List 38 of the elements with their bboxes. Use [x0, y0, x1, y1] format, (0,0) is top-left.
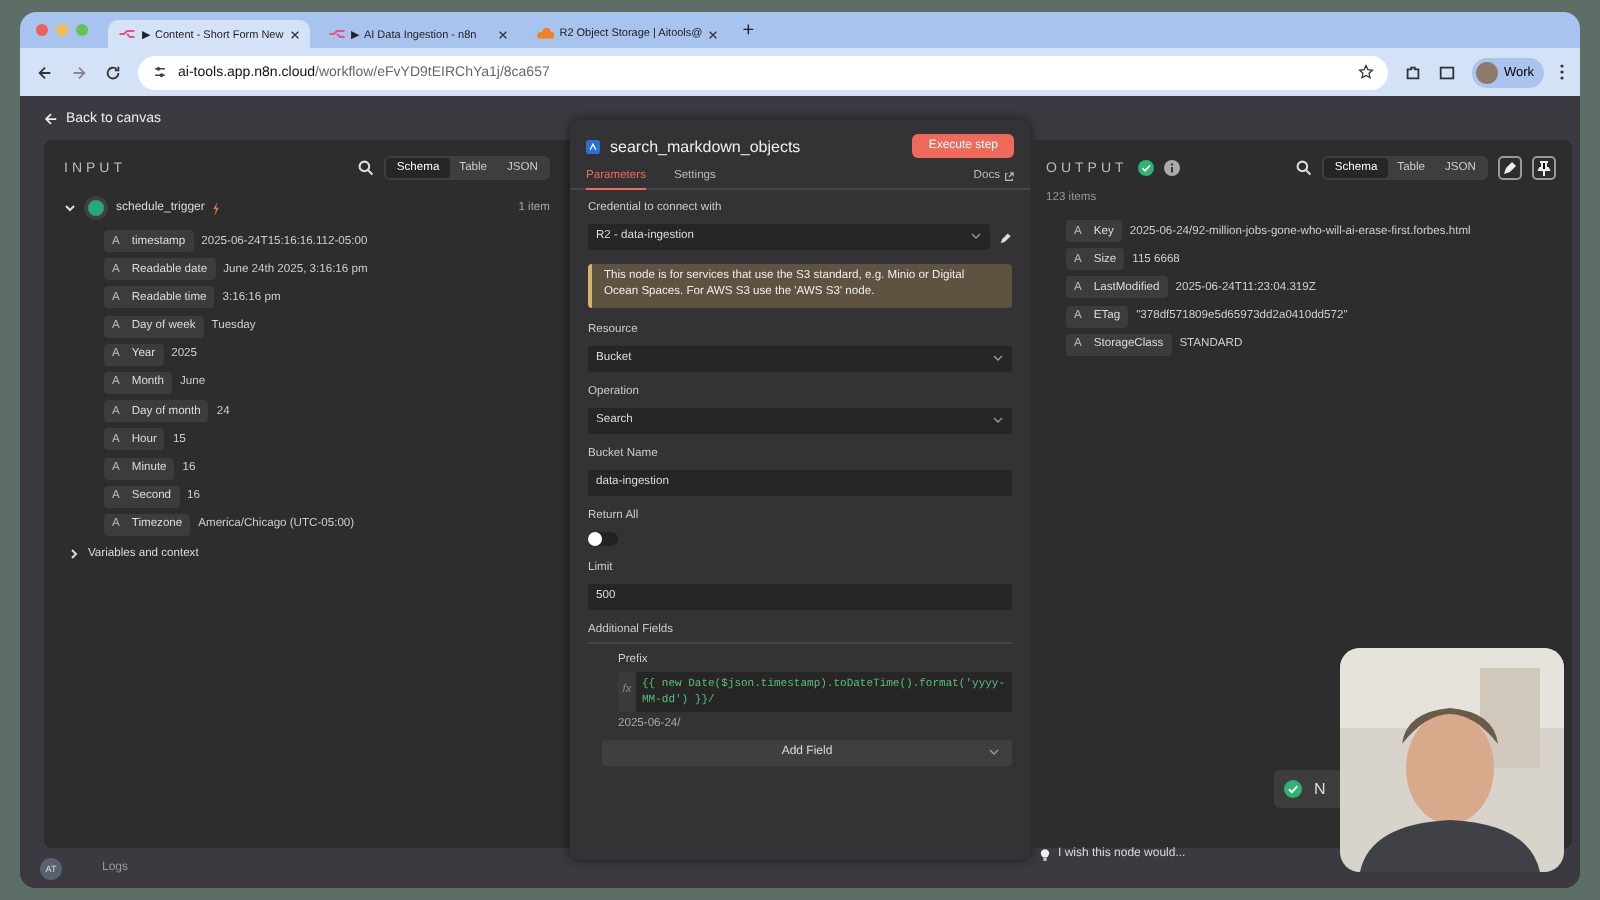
- forward-arrow-icon[interactable]: [70, 63, 88, 81]
- chevron-icon[interactable]: [68, 547, 80, 560]
- maximize-dot[interactable]: [76, 24, 88, 36]
- close-icon[interactable]: [708, 29, 719, 39]
- search-icon[interactable]: [1296, 160, 1313, 176]
- info-icon: [1163, 160, 1180, 176]
- close-icon[interactable]: [497, 29, 508, 39]
- extensions-icon[interactable]: [1403, 63, 1422, 81]
- external-link-icon[interactable]: [1004, 171, 1014, 181]
- pin-button[interactable]: [1532, 156, 1556, 180]
- reload-icon[interactable]: [104, 63, 122, 81]
- pencil-icon[interactable]: [998, 232, 1012, 246]
- node-icon: [586, 139, 600, 153]
- search-icon[interactable]: [358, 160, 375, 176]
- back-arrow-icon[interactable]: [36, 63, 54, 81]
- close-icon[interactable]: [289, 29, 300, 39]
- avatar-icon: [1475, 61, 1498, 83]
- caret-icon: [988, 746, 1000, 759]
- success-icon: [1137, 160, 1154, 176]
- star-icon[interactable]: [1357, 64, 1374, 80]
- toast-text: N: [1314, 780, 1326, 798]
- minimize-dot[interactable]: [56, 24, 68, 36]
- toggle-switch[interactable]: [588, 531, 618, 546]
- chevron-icon[interactable]: [64, 202, 76, 214]
- n8n-logo-icon: [327, 28, 346, 40]
- edit-button[interactable]: [1498, 156, 1522, 180]
- cloud-icon: [535, 28, 554, 40]
- n8n-logo-icon: [118, 28, 136, 40]
- caret-icon: [992, 414, 1004, 427]
- site-settings-icon[interactable]: [152, 64, 168, 80]
- caret-icon: [992, 352, 1004, 365]
- lightning-icon: [212, 201, 221, 215]
- lightbulb-icon: [1040, 847, 1051, 861]
- caret-icon: [970, 230, 982, 242]
- node-title: search_markdown_objects: [610, 137, 803, 155]
- close-dot[interactable]: [36, 24, 48, 36]
- new-tab-button[interactable]: +: [742, 19, 755, 41]
- success-icon: [1284, 780, 1302, 798]
